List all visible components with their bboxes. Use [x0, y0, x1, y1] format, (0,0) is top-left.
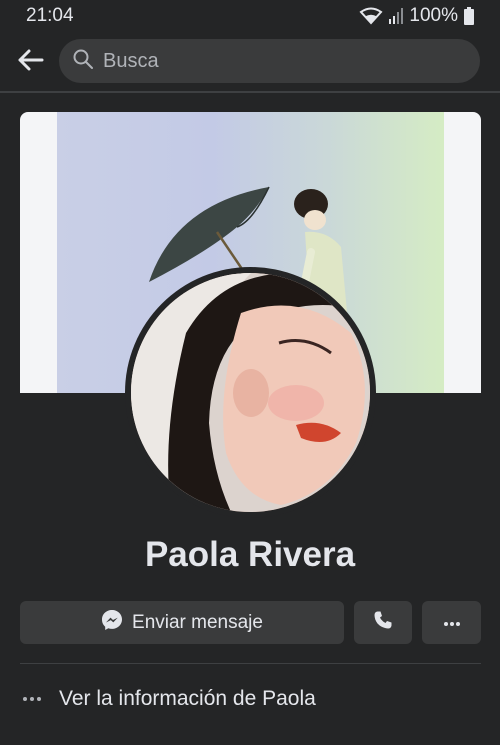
more-options-button[interactable]	[422, 601, 481, 644]
section-divider	[20, 663, 481, 664]
more-horizontal-icon	[443, 614, 461, 632]
top-bar: Busca	[0, 32, 500, 90]
signal-icon	[389, 8, 404, 24]
view-info-label: Ver la información de Paola	[59, 687, 316, 710]
wifi-icon	[359, 7, 383, 25]
send-message-label: Enviar mensaje	[132, 611, 263, 633]
status-bar: 21:04 100%	[0, 0, 500, 32]
view-info-link[interactable]: Ver la información de Paola	[20, 680, 481, 718]
messenger-icon	[101, 609, 123, 637]
back-button[interactable]	[10, 42, 50, 82]
call-button[interactable]	[354, 601, 412, 644]
search-placeholder: Busca	[103, 49, 159, 72]
search-icon	[73, 49, 93, 74]
avatar[interactable]	[131, 273, 370, 512]
profile-name: Paola Rivera	[144, 535, 356, 574]
phone-icon	[373, 610, 393, 635]
status-indicators: 100%	[359, 5, 474, 27]
arrow-left-icon	[16, 48, 44, 77]
action-buttons: Enviar mensaje	[20, 601, 481, 644]
status-time: 21:04	[26, 5, 74, 26]
battery-icon	[464, 7, 474, 25]
more-horizontal-icon	[20, 696, 44, 702]
send-message-button[interactable]: Enviar mensaje	[20, 601, 344, 644]
header-divider	[0, 91, 500, 93]
battery-percent: 100%	[409, 5, 458, 26]
search-input[interactable]: Busca	[59, 39, 480, 83]
